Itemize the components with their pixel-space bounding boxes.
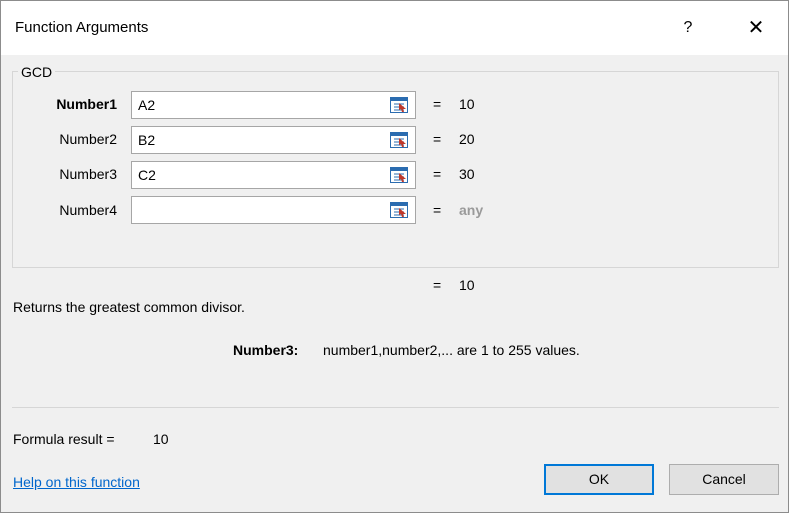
title-bar: Function Arguments ? ✕ [1, 1, 788, 55]
number2-equals: = [433, 131, 442, 147]
number4-label: Number4 [59, 202, 117, 218]
number1-input[interactable] [131, 91, 416, 119]
close-button[interactable]: ✕ [741, 13, 771, 43]
number3-label: Number3 [59, 166, 117, 182]
number3-equals: = [433, 166, 442, 182]
collapse-dialog-icon[interactable] [385, 93, 413, 117]
number4-input[interactable] [131, 196, 416, 224]
collapse-dialog-icon[interactable] [385, 198, 413, 222]
arg-help-name: Number3: [233, 342, 299, 358]
arg-help-text: number1,number2,... are 1 to 255 values. [323, 342, 580, 358]
help-link[interactable]: Help on this function [13, 474, 140, 490]
number1-result: 10 [459, 96, 475, 112]
collapse-dialog-icon[interactable] [385, 163, 413, 187]
overall-equals: = [433, 277, 442, 293]
overall-result: 10 [459, 277, 475, 293]
number3-input[interactable] [131, 161, 416, 189]
formula-result-label: Formula result = [13, 431, 115, 447]
cancel-button[interactable]: Cancel [669, 464, 779, 495]
function-name-label: GCD [18, 64, 56, 80]
number4-result: any [459, 202, 484, 218]
number1-equals: = [433, 96, 442, 112]
function-description: Returns the greatest common divisor. [13, 299, 245, 315]
function-arguments-dialog: Function Arguments ? ✕ GCD Number1 = 10 … [0, 0, 789, 513]
collapse-dialog-icon[interactable] [385, 128, 413, 152]
ok-button[interactable]: OK [544, 464, 654, 495]
number2-label: Number2 [59, 131, 117, 147]
number4-equals: = [433, 202, 442, 218]
dialog-title: Function Arguments [15, 19, 149, 36]
number2-result: 20 [459, 131, 475, 147]
formula-result-value: 10 [153, 431, 169, 447]
number2-input[interactable] [131, 126, 416, 154]
number1-label: Number1 [56, 96, 117, 112]
divider [12, 407, 779, 408]
number3-result: 30 [459, 166, 475, 182]
help-button[interactable]: ? [673, 13, 703, 43]
